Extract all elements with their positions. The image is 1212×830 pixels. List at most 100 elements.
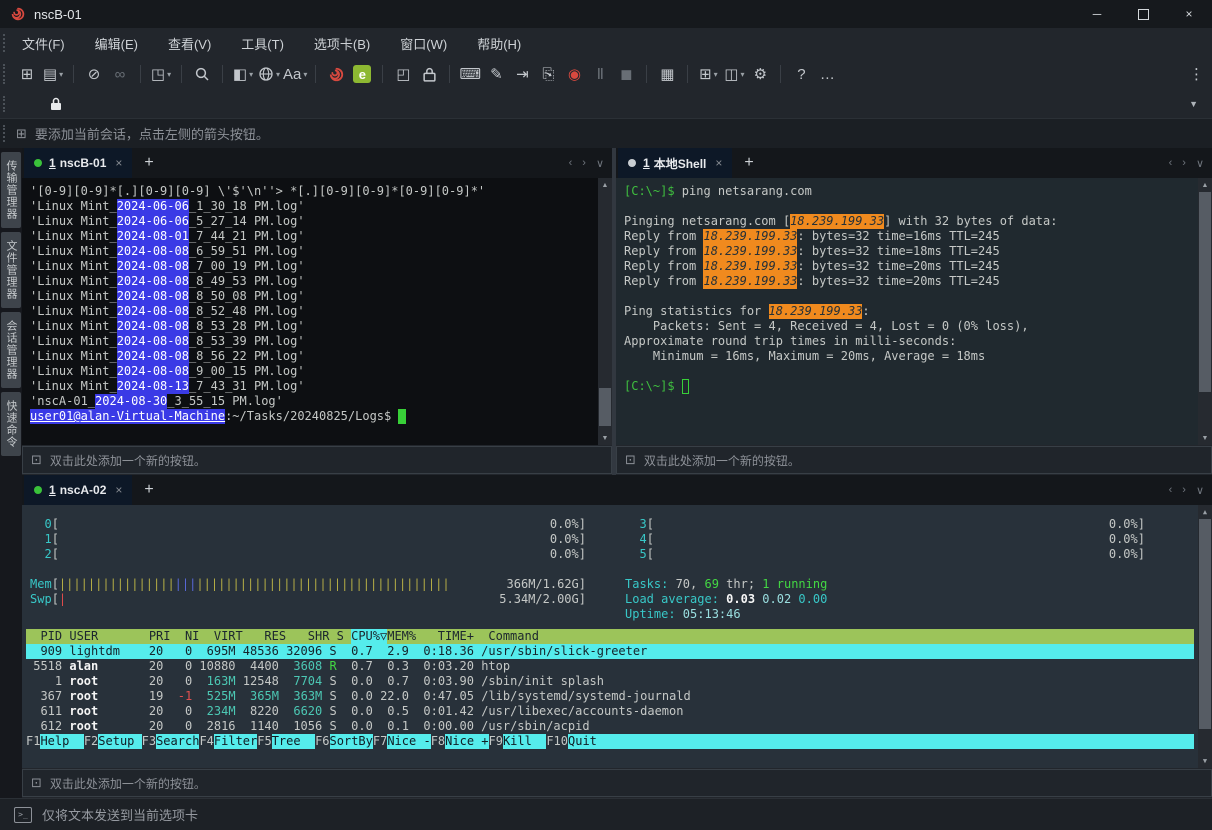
sessions-pane-icon[interactable]: ◧▾ (231, 62, 255, 86)
tab-nscA-02[interactable]: 1 nscA-02 × (24, 475, 132, 505)
scrollbar-thumb[interactable] (1199, 519, 1211, 729)
tab-list-icon[interactable]: ∨ (596, 157, 604, 170)
dropdown-caret-icon[interactable]: ▾ (714, 70, 718, 79)
sidebar-tab-2[interactable]: 会话管理器 (1, 312, 21, 388)
terminal-line: 'Linux Mint_2024-06-06_1_30_18 PM.log' (30, 199, 604, 214)
address-bar[interactable]: ▼ (0, 90, 1212, 118)
add-button-icon: ⊡ (31, 452, 42, 468)
menu-item-1[interactable]: 编辑(E) (95, 34, 138, 53)
tab-scroll-left-icon[interactable]: ‹ (1169, 484, 1173, 497)
terminal-line: 0[0.0%] (30, 517, 586, 532)
scroll-down-icon[interactable]: ▼ (1198, 431, 1212, 445)
new-tab-button[interactable]: + (744, 154, 753, 172)
send-text-mode-icon[interactable]: >_ (14, 807, 32, 823)
options-icon[interactable]: ⚙ (748, 62, 772, 86)
tab-scroll-right-icon[interactable]: › (1182, 157, 1186, 170)
scrollbar-thumb[interactable] (599, 388, 611, 426)
menu-item-3[interactable]: 工具(T) (241, 34, 284, 53)
tab-local-shell[interactable]: 1 本地Shell × (618, 148, 732, 178)
scripts-icon[interactable]: ⎘ (536, 62, 560, 86)
quick-bar-hint: 双击此处添加一个新的按钮。 (50, 452, 206, 469)
stop-icon[interactable]: ◼ (614, 62, 638, 86)
close-tab-icon[interactable]: × (115, 156, 122, 170)
quick-commands-icon[interactable]: ▦ (655, 62, 679, 86)
terminal-line: 611 root 20 0 234M 8220 6620 S 0.0 0.5 0… (26, 704, 1194, 719)
menu-item-6[interactable]: 帮助(H) (477, 34, 521, 53)
menu-item-2[interactable]: 查看(V) (168, 34, 211, 53)
virtual-keyboard-icon[interactable]: ⌨ (458, 62, 482, 86)
new-session-icon[interactable]: ⊞ (15, 62, 39, 86)
new-tab-button[interactable]: + (144, 481, 153, 499)
tab-scroll-left-icon[interactable]: ‹ (1169, 157, 1173, 170)
new-tab-icon[interactable]: ⊞▾ (696, 62, 720, 86)
record-icon[interactable]: ◉ (562, 62, 586, 86)
tab-scroll-right-icon[interactable]: › (582, 157, 586, 170)
xftp-icon[interactable]: e (350, 62, 374, 86)
about-icon[interactable]: … (815, 62, 839, 86)
info-bar: ⊞ 要添加当前会话，点击左侧的箭头按钮。 (0, 118, 1212, 148)
disconnect-icon[interactable]: ⊘ (82, 62, 106, 86)
dropdown-caret-icon[interactable]: ▾ (303, 70, 307, 79)
scroll-up-icon[interactable]: ▲ (1198, 505, 1212, 519)
dropdown-caret-icon[interactable]: ▾ (740, 70, 744, 79)
dropdown-caret-icon[interactable]: ▾ (59, 70, 63, 79)
open-sessions-icon[interactable]: ▤▾ (41, 62, 65, 86)
scroll-down-icon[interactable]: ▼ (1198, 754, 1212, 768)
menu-item-0[interactable]: 文件(F) (22, 34, 65, 53)
scrollbar-thumb[interactable] (1199, 192, 1211, 392)
minimize-button[interactable]: ─ (1074, 0, 1120, 28)
terminal-line: 'Linux Mint_2024-08-08_6_59_51 PM.log' (30, 244, 604, 259)
maximize-button[interactable] (1120, 0, 1166, 28)
fullscreen-icon[interactable]: ◰ (391, 62, 415, 86)
scroll-up-icon[interactable]: ▲ (598, 178, 612, 192)
tab-scroll-right-icon[interactable]: › (1182, 484, 1186, 497)
close-button[interactable]: × (1166, 0, 1212, 28)
add-session-icon[interactable]: ⊞ (16, 126, 27, 142)
menu-item-5[interactable]: 窗口(W) (400, 34, 447, 53)
encoding-icon[interactable]: ▾ (257, 62, 281, 86)
terminal-line: 'Linux Mint_2024-08-08_9_00_15 PM.log' (30, 364, 604, 379)
terminal-nscA-02[interactable]: 0[0.0%] 1[0.0%] 2[0.0%]Mem[|||||||||||||… (22, 505, 1212, 768)
quick-button-bar-right[interactable]: ⊡ 双击此处添加一个新的按钮。 (616, 446, 1212, 474)
find-icon[interactable] (190, 62, 214, 86)
terminal-nscB-01[interactable]: '[0-9][0-9]*[.][0-9][0-9] \'$'\n''> *[.]… (22, 178, 612, 445)
xshell-icon[interactable] (324, 62, 348, 86)
scrollbar-left-terminal[interactable]: ▲ ▼ (598, 178, 612, 445)
tab-list-icon[interactable]: ∨ (1196, 157, 1204, 170)
tab-list-icon[interactable]: ∨ (1196, 484, 1204, 497)
session-properties-icon[interactable]: ◳▾ (149, 62, 173, 86)
terminal-line: Reply from 18.239.199.33: bytes=32 time=… (624, 244, 1204, 259)
sidebar-tab-1[interactable]: 文件管理器 (1, 232, 21, 308)
scrollbar-bottom-terminal[interactable]: ▲ ▼ (1198, 505, 1212, 768)
send-text-icon[interactable]: ⇥ (510, 62, 534, 86)
lock-screen-icon[interactable] (417, 62, 441, 86)
terminal-local-shell[interactable]: [C:\~]$ ping netsarang.comPinging netsar… (616, 178, 1212, 445)
quick-button-bar-bottom[interactable]: ⊡ 双击此处添加一个新的按钮。 (22, 769, 1212, 797)
dropdown-caret-icon[interactable]: ▾ (249, 70, 253, 79)
new-tab-button[interactable]: + (144, 154, 153, 172)
quick-button-bar-left[interactable]: ⊡ 双击此处添加一个新的按钮。 (22, 446, 612, 474)
scroll-down-icon[interactable]: ▼ (598, 431, 612, 445)
sidebar-tab-3[interactable]: 快速命令 (1, 392, 21, 456)
terminal-line: Swp[|5.34M/2.00G] (30, 592, 586, 607)
reconnect-icon[interactable]: ∞ (108, 62, 132, 86)
scroll-up-icon[interactable]: ▲ (1198, 178, 1212, 192)
dropdown-caret-icon[interactable]: ▾ (167, 70, 171, 79)
sidebar-tab-0[interactable]: 传输管理器 (1, 152, 21, 228)
close-tab-icon[interactable]: × (715, 156, 722, 170)
toolbar-overflow-icon[interactable]: ⋮ (1189, 65, 1204, 83)
close-tab-icon[interactable]: × (115, 483, 122, 497)
maximize-icon (1138, 9, 1149, 20)
tile-windows-icon[interactable]: ◫▾ (722, 62, 746, 86)
tab-scroll-left-icon[interactable]: ‹ (569, 157, 573, 170)
pause-icon[interactable]: Ⅱ (588, 62, 612, 86)
tab-nscB-01[interactable]: 1 nscB-01 × (24, 148, 132, 178)
menu-item-4[interactable]: 选项卡(B) (314, 34, 370, 53)
font-icon[interactable]: Aa▾ (283, 62, 307, 86)
help-icon[interactable]: ? (789, 62, 813, 86)
address-dropdown-icon[interactable]: ▼ (1189, 99, 1198, 109)
terminal-line: Load average: 0.03 0.02 0.00 (625, 592, 1145, 607)
compose-icon[interactable]: ✎ (484, 62, 508, 86)
scrollbar-right-terminal[interactable]: ▲ ▼ (1198, 178, 1212, 445)
dropdown-caret-icon[interactable]: ▾ (276, 70, 280, 79)
